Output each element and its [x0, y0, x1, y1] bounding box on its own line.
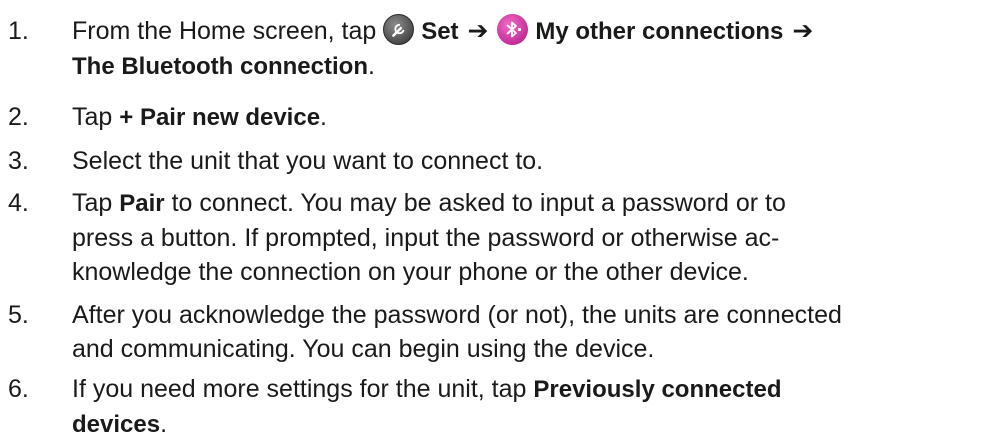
step-text-line: and communicating. You can begin using t… [72, 335, 655, 363]
arrow-icon: ➔ [792, 17, 814, 45]
my-other-connections-label: My other connections [535, 18, 784, 45]
step-text: If you need more settings for the unit, … [72, 372, 984, 442]
previously-connected-label: Previously connected [533, 376, 782, 403]
set-label: Set [421, 18, 459, 45]
step-text: Select the unit that you want to connect… [72, 147, 544, 175]
step-text-segment: to connect. You may be asked to input a … [164, 189, 786, 217]
bluetooth-icon [497, 14, 529, 45]
step-number: 2. [8, 103, 29, 131]
devices-label: devices [72, 411, 161, 438]
step-text: Tap + Pair new device. [72, 100, 984, 135]
step-text-segment: Tap [72, 103, 120, 131]
wrench-icon [383, 14, 415, 45]
step-number: 6. [8, 375, 29, 403]
step-number: 4. [8, 189, 29, 217]
pair-new-device-label: + Pair new device [119, 104, 321, 131]
step-text: From the Home screen, tap Set ➔ My other… [72, 14, 984, 84]
step-text-segment: From the Home screen, tap [72, 17, 384, 45]
step-text-line: press a button. If prompted, input the p… [72, 224, 780, 252]
step-text-line: After you acknowledge the password (or n… [72, 301, 842, 329]
step-text-line: knowledge the connection on your phone o… [72, 258, 749, 286]
step-number: 1. [8, 17, 29, 45]
step-text-segment: . [367, 52, 375, 80]
step-text-segment: . [320, 103, 327, 131]
bluetooth-connection-label: The Bluetooth connection [72, 53, 368, 80]
step-number: 3. [8, 147, 29, 175]
arrow-icon: ➔ [467, 17, 489, 45]
step-text-segment: . [160, 410, 168, 438]
step-text: After you acknowledge the password (or n… [72, 298, 984, 366]
step-text: Tap Pair to connect. You may be asked to… [72, 186, 984, 289]
pair-label: Pair [119, 190, 165, 217]
step-text-segment: If you need more settings for the unit, … [72, 375, 534, 403]
step-text-segment: Tap [72, 189, 120, 217]
step-number: 5. [8, 301, 29, 329]
